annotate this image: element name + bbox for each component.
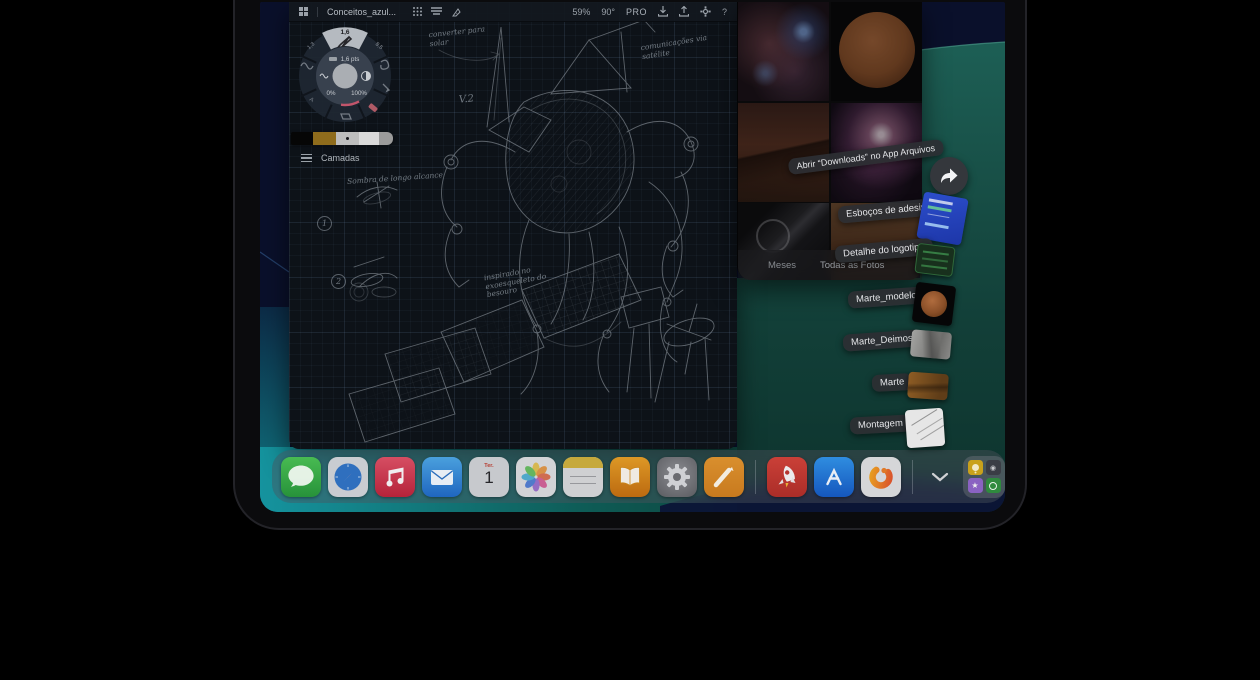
share-button[interactable] bbox=[930, 157, 968, 195]
opacity-min-label: 0% bbox=[327, 90, 336, 97]
precision-grid-icon[interactable] bbox=[413, 7, 422, 16]
layers-menu-icon bbox=[301, 154, 312, 162]
share-forward-arrow-icon bbox=[939, 167, 959, 185]
brush-preview-icon bbox=[329, 57, 337, 61]
appstore-icon bbox=[814, 457, 854, 497]
layers-panel-header[interactable]: Camadas bbox=[291, 151, 366, 165]
export-icon[interactable] bbox=[679, 6, 689, 17]
dock-app-messages[interactable] bbox=[281, 457, 321, 497]
mail-icon bbox=[422, 457, 462, 497]
dock: Ter. 1 bbox=[272, 450, 1005, 503]
document-title[interactable]: Conceitos_azul... bbox=[327, 7, 396, 17]
dock-app-settings[interactable] bbox=[657, 457, 697, 497]
annotation-number-2: 2 bbox=[331, 274, 346, 289]
rotation-value[interactable]: 90° bbox=[601, 7, 615, 17]
dock-divider bbox=[755, 460, 756, 494]
music-icon bbox=[375, 457, 415, 497]
dock-app-library-folder[interactable]: ◉ ★ bbox=[963, 456, 1005, 498]
photos-dim-overlay bbox=[738, 2, 922, 280]
dock-app-safari[interactable] bbox=[328, 457, 368, 497]
help-button[interactable]: ? bbox=[722, 7, 727, 17]
robot-sketch bbox=[349, 20, 717, 442]
mini-app-clock-icon bbox=[986, 478, 1001, 493]
concepts-c-icon bbox=[861, 457, 901, 497]
mini-app-star-icon: ★ bbox=[968, 478, 983, 493]
import-icon[interactable] bbox=[658, 6, 668, 17]
concepts-toolbar: Conceitos_azul... 59% 90° PRO bbox=[289, 2, 737, 22]
layers-label: Camadas bbox=[321, 153, 360, 163]
swatch-light[interactable] bbox=[359, 132, 379, 145]
dock-app-books[interactable] bbox=[610, 457, 650, 497]
brush-size-label: 1,6 pts bbox=[341, 56, 360, 63]
swatch-black[interactable] bbox=[291, 132, 313, 145]
dock-app-rocket[interactable] bbox=[767, 457, 807, 497]
apps-grid-icon[interactable] bbox=[299, 7, 308, 16]
dock-app-mail[interactable] bbox=[422, 457, 462, 497]
dock-app-music[interactable] bbox=[375, 457, 415, 497]
ipad-device: converter para solar comunicações via sa… bbox=[233, 0, 1027, 530]
pro-badge[interactable]: PRO bbox=[626, 7, 647, 17]
dock-app-notes[interactable] bbox=[563, 457, 603, 497]
pen-icon bbox=[704, 457, 744, 497]
calendar-day: 1 bbox=[469, 469, 509, 487]
color-swatch-bar bbox=[291, 132, 393, 145]
concepts-app-window: converter para solar comunicações via sa… bbox=[289, 2, 737, 449]
wheel-center-button[interactable] bbox=[333, 64, 358, 89]
safari-icon bbox=[328, 457, 368, 497]
dock-app-appstore[interactable] bbox=[814, 457, 854, 497]
photos-tab-bar: Meses Todas as Fotos bbox=[738, 250, 922, 280]
selected-tool-size: 1,6 bbox=[340, 29, 349, 36]
swatch-selected[interactable] bbox=[336, 132, 359, 145]
photos-flower-icon bbox=[516, 457, 556, 497]
ipad-screen: converter para solar comunicações via sa… bbox=[260, 2, 1005, 512]
dock-app-photos[interactable] bbox=[516, 457, 556, 497]
tab-months[interactable]: Meses bbox=[768, 260, 796, 271]
stage: converter para solar comunicações via sa… bbox=[0, 0, 1260, 680]
settings-gear-icon bbox=[657, 457, 697, 497]
swatch-gray[interactable] bbox=[379, 132, 393, 145]
tab-all-photos[interactable]: Todas as Fotos bbox=[820, 260, 884, 271]
dock-divider bbox=[912, 460, 913, 494]
dock-app-sketch[interactable] bbox=[704, 457, 744, 497]
rocket-icon bbox=[767, 457, 807, 497]
dock-app-concepts[interactable] bbox=[861, 457, 901, 497]
chevron-down-icon bbox=[931, 472, 949, 482]
messages-icon bbox=[281, 457, 321, 497]
settings-gear-icon[interactable] bbox=[700, 6, 711, 17]
opacity-max-label: 100% bbox=[351, 90, 367, 97]
align-layers-icon[interactable] bbox=[431, 7, 442, 16]
dock-collapse-chevron[interactable] bbox=[924, 457, 956, 497]
mini-app-lightbulb-icon bbox=[968, 460, 983, 475]
mini-app-camera-icon: ◉ bbox=[986, 460, 1001, 475]
photos-app-window: Meses Todas as Fotos bbox=[737, 2, 922, 280]
annotation-number-1: 1 bbox=[317, 216, 332, 231]
dock-app-calendar[interactable]: Ter. 1 bbox=[469, 457, 509, 497]
books-icon bbox=[610, 457, 650, 497]
pen-tool-icon[interactable] bbox=[451, 7, 461, 17]
zoom-level[interactable]: 59% bbox=[572, 7, 590, 17]
tool-wheel[interactable]: 1,6 1,3 8,5 A 1,6 bbox=[293, 24, 397, 130]
swatch-gold[interactable] bbox=[313, 132, 336, 145]
toolbar-separator bbox=[317, 7, 318, 17]
